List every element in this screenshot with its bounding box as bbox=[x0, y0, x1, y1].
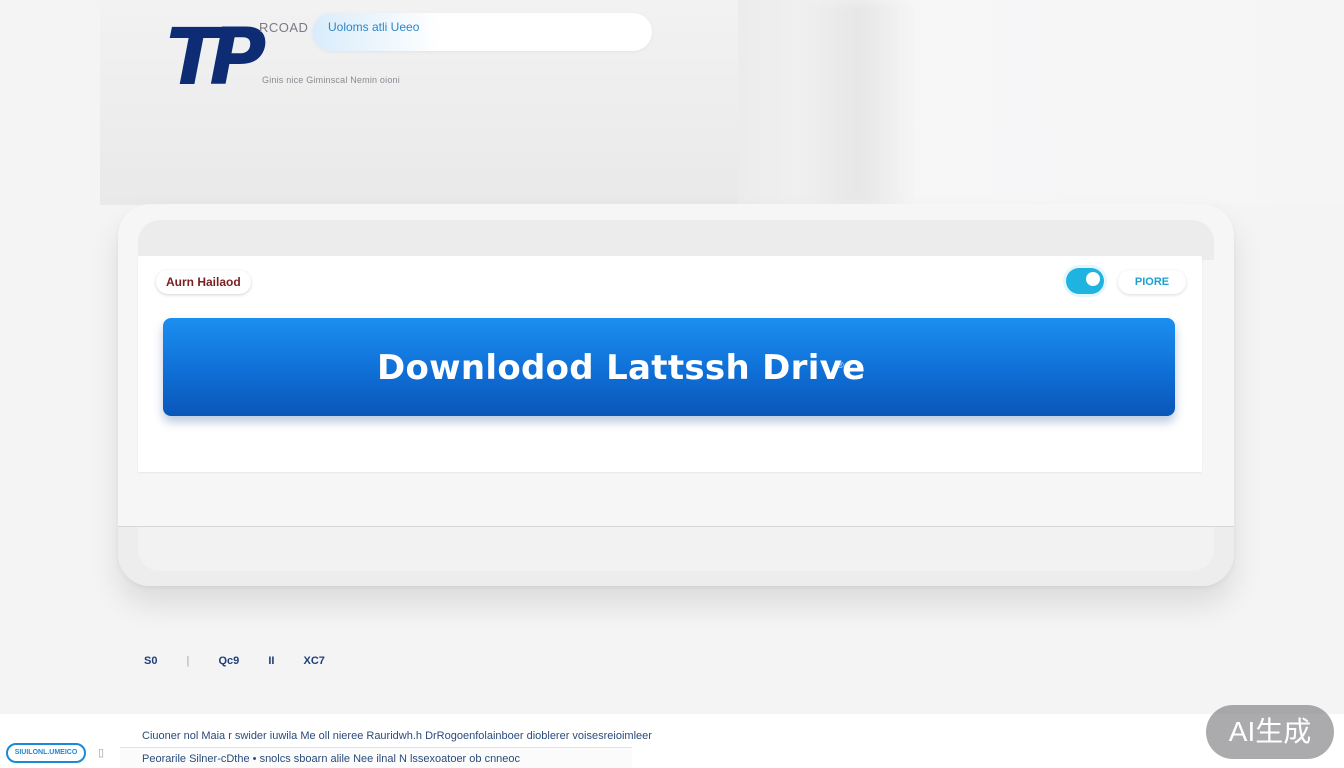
stats-row: S0 | Qc9 II XC7 bbox=[144, 655, 351, 667]
stat-item: S0 bbox=[144, 655, 158, 667]
toggle-knob bbox=[1086, 272, 1100, 286]
stat-item: Qc9 bbox=[218, 655, 240, 667]
card-top-bezel bbox=[138, 220, 1214, 260]
card-content-panel: Aurn Hailaod PIORE Downlodod Lattssh Dri… bbox=[138, 256, 1202, 472]
card-pill-button[interactable]: PIORE bbox=[1118, 270, 1186, 294]
card-bottom-bezel bbox=[118, 526, 1234, 586]
footer-link-pill[interactable]: SIUILONL.UMEICO bbox=[6, 743, 86, 763]
ai-generated-badge: AI生成 bbox=[1206, 705, 1334, 759]
search-pill-label: Uoloms atli Ueeo bbox=[328, 20, 420, 34]
footer-text-line: Peorarile Silner-cDthe • snolcs sboarn a… bbox=[142, 753, 521, 765]
card-tag[interactable]: Aurn Hailaod bbox=[156, 270, 251, 294]
download-latest-driver-button[interactable]: Downlodod Lattssh Drive ® bbox=[163, 318, 1175, 416]
stat-item: XC7 bbox=[303, 655, 325, 667]
card-bottom-inner bbox=[138, 527, 1214, 571]
download-card: Aurn Hailaod PIORE Downlodod Lattssh Dri… bbox=[118, 204, 1234, 586]
search-pill[interactable]: Uoloms atli Ueeo bbox=[312, 13, 652, 51]
header-subtitle: Ginis nice Giminscal Nemin oioni bbox=[262, 75, 400, 85]
stat-item: II bbox=[268, 655, 275, 667]
registered-mark: ® bbox=[837, 360, 844, 370]
footer-text-line: Ciuoner nol Maia r swider iuwila Me oll … bbox=[142, 730, 652, 742]
download-button-label: Downlodod Lattssh Drive bbox=[377, 348, 866, 388]
brand-logo[interactable]: TP bbox=[166, 14, 266, 102]
document-icon: ▯ bbox=[98, 747, 105, 759]
toggle-switch[interactable] bbox=[1066, 268, 1104, 294]
brand-word: RCOAD bbox=[259, 20, 309, 35]
background-shadow bbox=[800, 0, 920, 205]
stat-separator: | bbox=[186, 655, 190, 667]
